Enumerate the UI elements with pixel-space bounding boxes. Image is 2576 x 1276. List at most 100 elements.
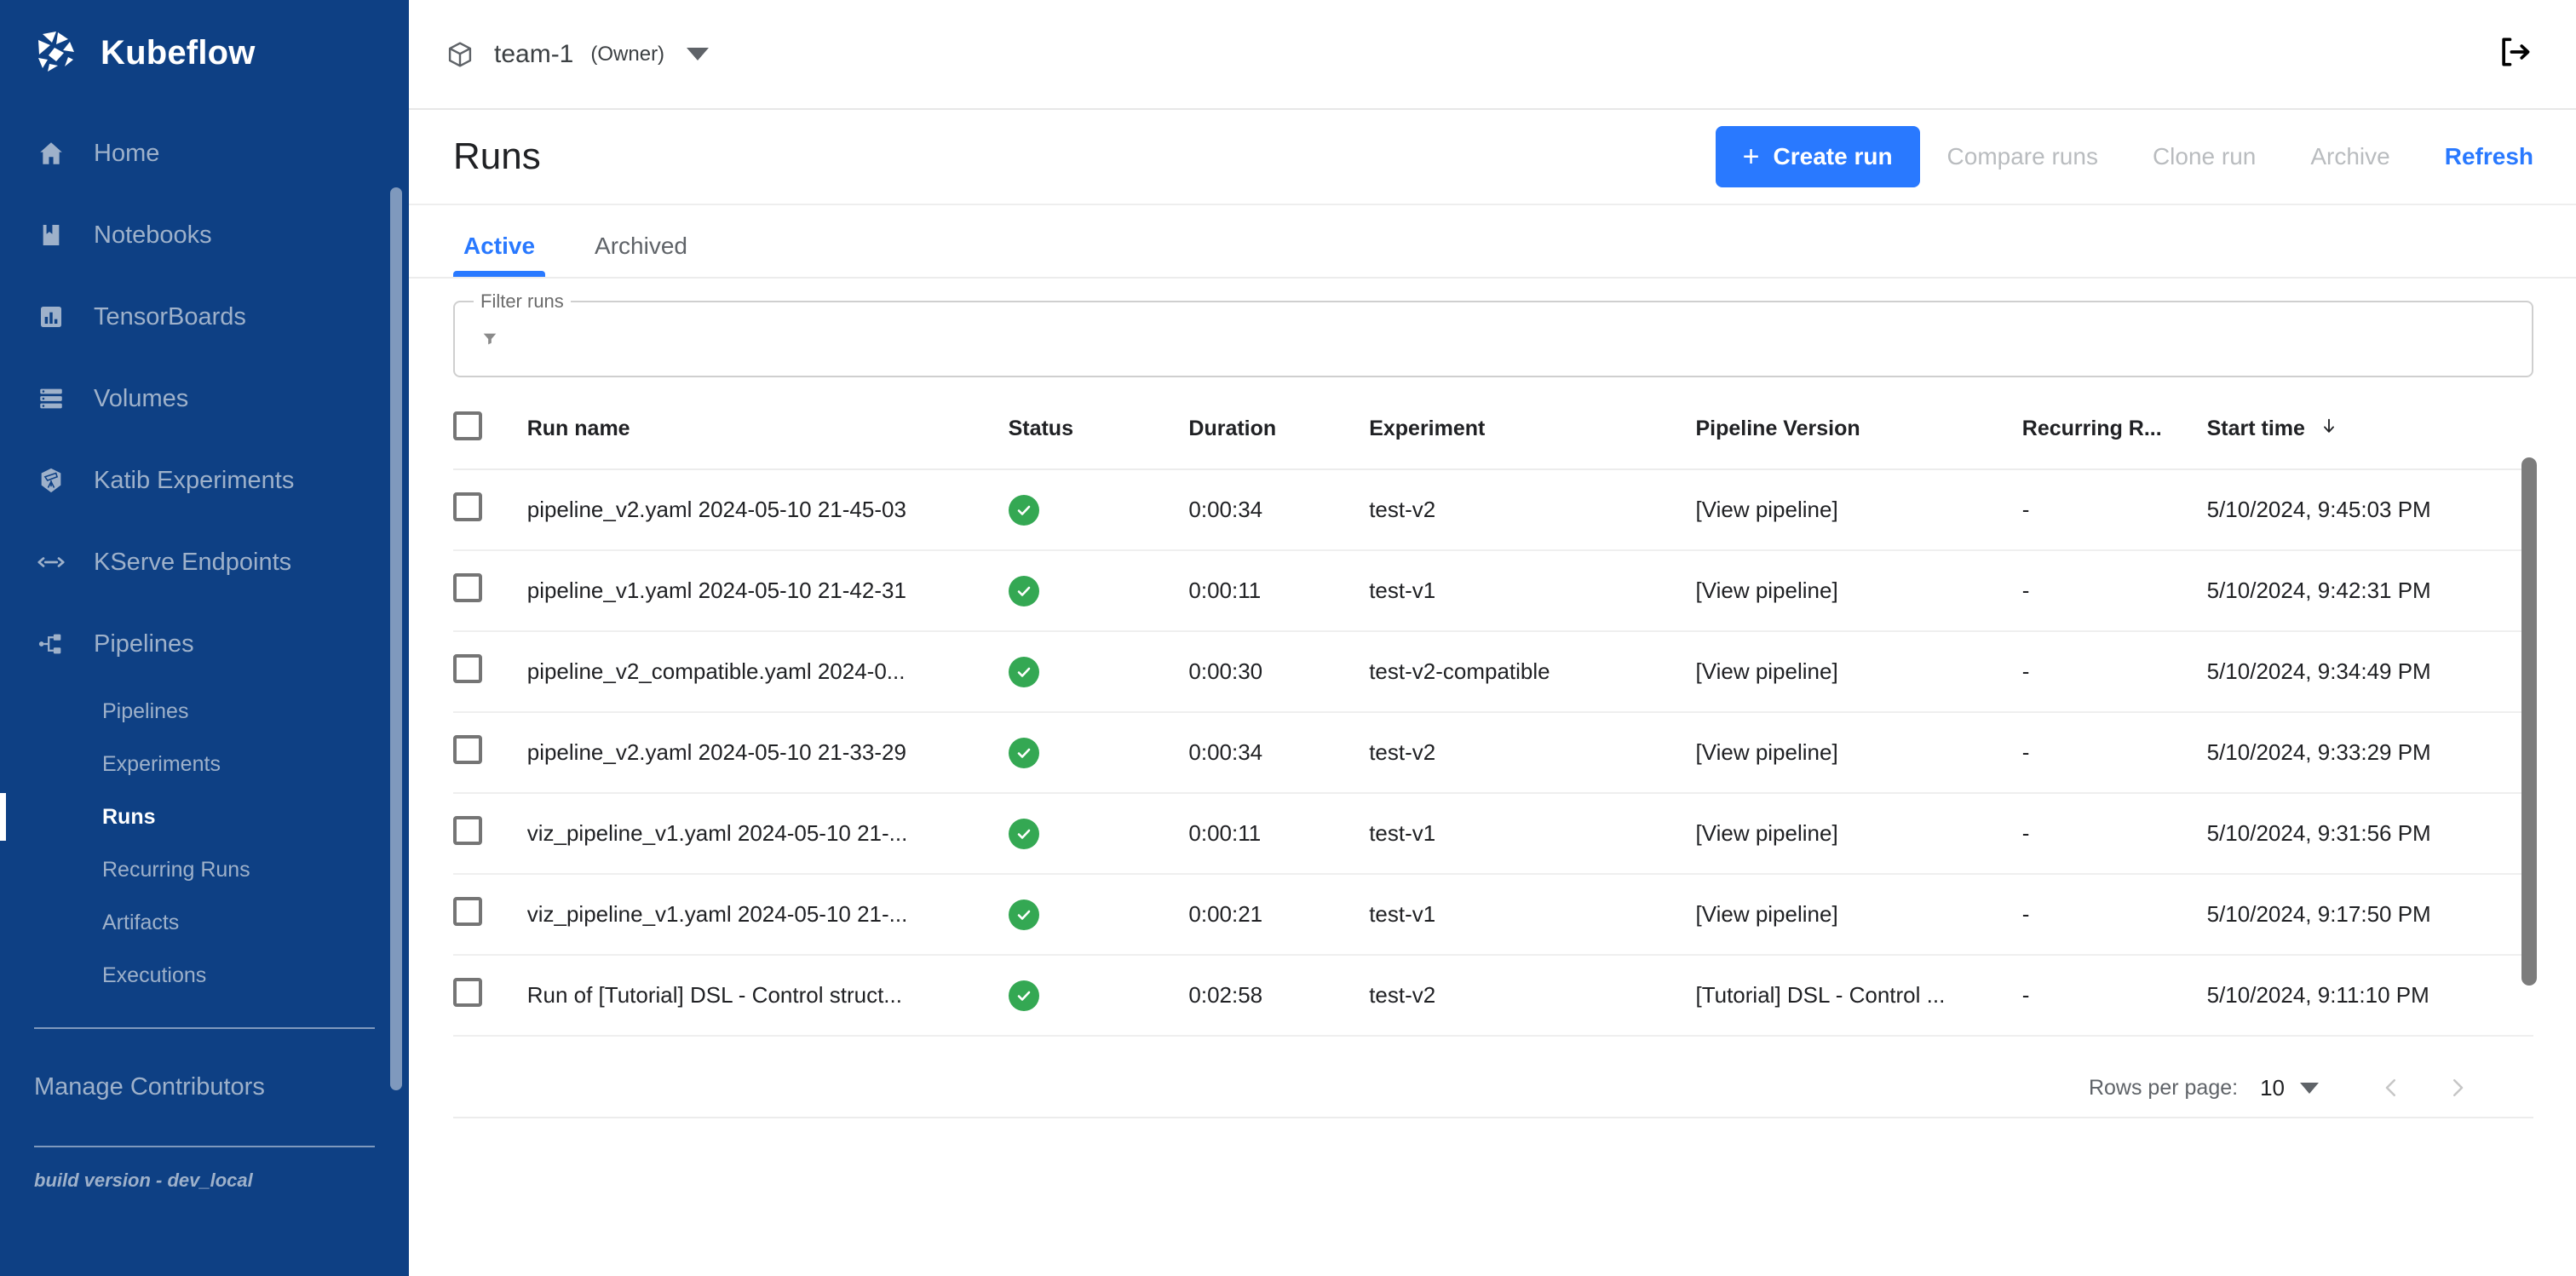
archive-button[interactable]: Archive <box>2283 126 2417 187</box>
arrow-down-icon <box>2320 417 2338 441</box>
row-checkbox[interactable] <box>453 654 482 683</box>
row-select-cell <box>453 712 527 793</box>
sidebar-item-volumes[interactable]: Volumes <box>0 358 409 440</box>
sidebar-subitem-pipelines[interactable]: Pipelines <box>0 685 409 738</box>
logout-icon <box>2496 33 2533 75</box>
col-header-run-name[interactable]: Run name <box>527 399 1009 469</box>
runs-table-body: pipeline_v2.yaml 2024-05-10 21-45-03 0:0… <box>453 469 2533 1036</box>
cell-experiment[interactable]: test-v1 <box>1369 793 1695 874</box>
table-row[interactable]: pipeline_v2.yaml 2024-05-10 21-45-03 0:0… <box>453 469 2533 550</box>
cell-experiment[interactable]: test-v2 <box>1369 955 1695 1036</box>
chevron-right-icon <box>2445 1075 2470 1101</box>
cell-pipeline-version[interactable]: [View pipeline] <box>1695 631 2021 712</box>
sidebar-scrollbar[interactable] <box>390 187 402 1090</box>
cell-experiment[interactable]: test-v2 <box>1369 469 1695 550</box>
manage-contributors-label: Manage Contributors <box>34 1073 265 1101</box>
cell-run-name[interactable]: pipeline_v2.yaml 2024-05-10 21-45-03 <box>527 469 1009 550</box>
filter-runs-field[interactable]: Filter runs <box>453 301 2533 377</box>
sidebar-item-katib-experiments[interactable]: Katib Experiments <box>0 440 409 521</box>
row-checkbox[interactable] <box>453 573 482 602</box>
namespace-selector[interactable]: team-1 (Owner) <box>443 37 709 72</box>
compare-runs-button[interactable]: Compare runs <box>1920 126 2125 187</box>
cell-run-name[interactable]: viz_pipeline_v1.yaml 2024-05-10 21-... <box>527 874 1009 955</box>
tab-label: Active <box>463 233 535 259</box>
cell-pipeline-version[interactable]: [View pipeline] <box>1695 874 2021 955</box>
tabs: Active Archived <box>409 205 2576 277</box>
cell-run-name[interactable]: pipeline_v2.yaml 2024-05-10 21-33-29 <box>527 712 1009 793</box>
sidebar-item-home[interactable]: Home <box>0 112 409 194</box>
sidebar-item-pipelines[interactable]: Pipelines <box>0 603 409 685</box>
row-select-cell <box>453 955 527 1036</box>
sidebar-subitem-artifacts[interactable]: Artifacts <box>0 896 409 949</box>
select-all-checkbox[interactable] <box>453 411 482 440</box>
cell-pipeline-version[interactable]: [View pipeline] <box>1695 793 2021 874</box>
sidebar-subitem-label: Recurring Runs <box>102 858 250 882</box>
filter-runs-input[interactable] <box>513 326 2508 353</box>
sidebar-item-kserve-endpoints[interactable]: KServe Endpoints <box>0 521 409 603</box>
cell-recurring-run: - <box>2022 874 2207 955</box>
cell-run-name[interactable]: pipeline_v1.yaml 2024-05-10 21-42-31 <box>527 550 1009 631</box>
row-checkbox[interactable] <box>453 735 482 764</box>
tab-archived[interactable]: Archived <box>584 233 698 277</box>
tab-label: Archived <box>595 233 687 259</box>
col-header-pipeline-version[interactable]: Pipeline Version <box>1695 399 2021 469</box>
table-row[interactable]: viz_pipeline_v1.yaml 2024-05-10 21-... 0… <box>453 793 2533 874</box>
row-checkbox[interactable] <box>453 897 482 926</box>
cell-pipeline-version[interactable]: [Tutorial] DSL - Control ... <box>1695 955 2021 1036</box>
col-header-duration[interactable]: Duration <box>1188 399 1369 469</box>
package-icon <box>443 37 477 72</box>
previous-page-button[interactable] <box>2358 1075 2424 1101</box>
status-succeeded-icon <box>1009 576 1039 606</box>
cell-start-time: 5/10/2024, 9:42:31 PM <box>2207 550 2533 631</box>
cell-run-name[interactable]: Run of [Tutorial] DSL - Control struct..… <box>527 955 1009 1036</box>
select-all-header <box>453 399 527 469</box>
sidebar-subitem-executions[interactable]: Executions <box>0 949 409 1002</box>
row-select-cell <box>453 469 527 550</box>
cell-pipeline-version[interactable]: [View pipeline] <box>1695 712 2021 793</box>
cell-start-time: 5/10/2024, 9:34:49 PM <box>2207 631 2533 712</box>
sidebar-subitem-runs[interactable]: Runs <box>0 790 409 843</box>
runs-table-container: Run name Status Duration Experiment Pipe… <box>409 377 2576 1276</box>
table-row[interactable]: pipeline_v2.yaml 2024-05-10 21-33-29 0:0… <box>453 712 2533 793</box>
sidebar-scroll-area: Home Notebooks TensorBoards <box>0 106 409 1271</box>
sidebar-subitem-label: Runs <box>102 805 156 830</box>
brand-logo[interactable]: Kubeflow <box>0 0 409 106</box>
cell-run-name[interactable]: pipeline_v2_compatible.yaml 2024-0... <box>527 631 1009 712</box>
cell-experiment[interactable]: test-v1 <box>1369 550 1695 631</box>
logout-button[interactable] <box>2496 33 2533 75</box>
cell-pipeline-version[interactable]: [View pipeline] <box>1695 550 2021 631</box>
col-header-experiment[interactable]: Experiment <box>1369 399 1695 469</box>
sidebar-item-notebooks[interactable]: Notebooks <box>0 194 409 276</box>
cell-status <box>1009 793 1189 874</box>
cell-pipeline-version[interactable]: [View pipeline] <box>1695 469 2021 550</box>
pipelines-icon <box>34 627 68 661</box>
table-row[interactable]: pipeline_v2_compatible.yaml 2024-0... 0:… <box>453 631 2533 712</box>
col-header-status[interactable]: Status <box>1009 399 1189 469</box>
table-row[interactable]: pipeline_v1.yaml 2024-05-10 21-42-31 0:0… <box>453 550 2533 631</box>
create-run-button[interactable]: + Create run <box>1716 126 1920 187</box>
table-scrollbar[interactable] <box>2521 457 2537 986</box>
rows-per-page-chevron-down-icon[interactable] <box>2300 1083 2319 1094</box>
sidebar-item-label: KServe Endpoints <box>94 549 291 577</box>
cell-experiment[interactable]: test-v1 <box>1369 874 1695 955</box>
col-header-recurring-run[interactable]: Recurring R... <box>2022 399 2207 469</box>
col-header-start-time[interactable]: Start time <box>2207 399 2533 469</box>
sidebar-subitem-experiments[interactable]: Experiments <box>0 738 409 790</box>
chevron-down-icon <box>687 48 709 60</box>
next-page-button[interactable] <box>2424 1075 2491 1101</box>
tab-active[interactable]: Active <box>453 233 545 277</box>
row-checkbox[interactable] <box>453 978 482 1007</box>
table-row[interactable]: viz_pipeline_v1.yaml 2024-05-10 21-... 0… <box>453 874 2533 955</box>
clone-run-button[interactable]: Clone run <box>2125 126 2283 187</box>
cell-experiment[interactable]: test-v2-compatible <box>1369 631 1695 712</box>
manage-contributors-link[interactable]: Manage Contributors <box>0 1029 409 1146</box>
sidebar-subitem-recurring-runs[interactable]: Recurring Runs <box>0 843 409 896</box>
sidebar-item-tensorboards[interactable]: TensorBoards <box>0 276 409 358</box>
row-checkbox[interactable] <box>453 492 482 521</box>
rows-per-page-value[interactable]: 10 <box>2260 1075 2285 1101</box>
cell-run-name[interactable]: viz_pipeline_v1.yaml 2024-05-10 21-... <box>527 793 1009 874</box>
table-row[interactable]: Run of [Tutorial] DSL - Control struct..… <box>453 955 2533 1036</box>
cell-experiment[interactable]: test-v2 <box>1369 712 1695 793</box>
refresh-button[interactable]: Refresh <box>2418 126 2533 187</box>
row-checkbox[interactable] <box>453 816 482 845</box>
